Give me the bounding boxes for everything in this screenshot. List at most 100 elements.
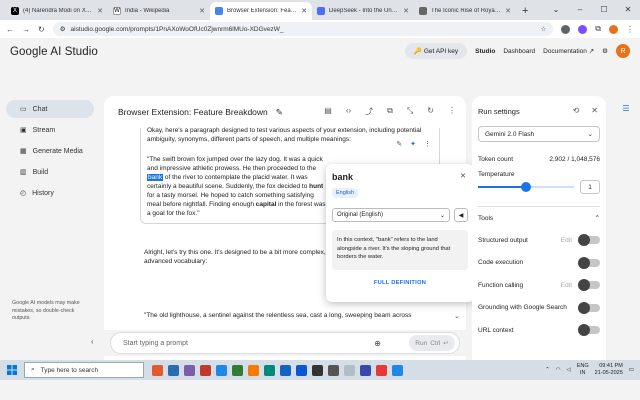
tool-toggle[interactable]: [578, 234, 600, 247]
tool-toggle[interactable]: [578, 324, 600, 337]
branch-icon[interactable]: ⤡: [407, 106, 413, 117]
forward-button[interactable]: →: [22, 25, 30, 34]
nav-studio[interactable]: Studio: [475, 48, 495, 55]
reload-button[interactable]: ↻: [38, 25, 45, 34]
close-tab-icon[interactable]: ✕: [301, 7, 307, 15]
browser-tab[interactable]: Browser Extension: Feature B ✕: [210, 2, 312, 20]
sidebar-item-build[interactable]: ▥ Build: [6, 163, 94, 181]
url-field[interactable]: ⚙ aistudio.google.com/prompts/1PnAXoWoOf…: [52, 22, 554, 36]
share-icon[interactable]: ⤴: [365, 106, 373, 117]
tab-search-icon[interactable]: ⌄: [544, 0, 568, 20]
tray-overflow-icon[interactable]: ⌃: [545, 367, 550, 373]
extensions-puzzle-icon[interactable]: ⧉: [595, 24, 601, 34]
scroll-down-icon[interactable]: ⌄: [454, 312, 460, 320]
sidebar-item-history[interactable]: ◴ History: [6, 184, 94, 202]
browser-tab[interactable]: X (4) Narendra Modi on X: "Dr ✕: [6, 2, 108, 20]
browser-tab[interactable]: DeepSeek - Into the Unknow ✕: [312, 2, 414, 20]
notifications-icon[interactable]: ▭: [629, 367, 634, 373]
tune-icon[interactable]: ☰: [622, 104, 629, 113]
windows-start-button[interactable]: [0, 365, 24, 375]
get-api-key-button[interactable]: 🔑 Get API key: [404, 43, 468, 59]
browser-tab[interactable]: W India - Wikipedia ✕: [108, 2, 210, 20]
prompt-input[interactable]: Start typing a prompt ⊕ Run Ctrl ↵: [110, 332, 460, 354]
collapse-sidebar-icon[interactable]: ‹: [91, 337, 94, 346]
nav-dashboard[interactable]: Dashboard: [503, 48, 535, 55]
edit-response-icon[interactable]: ✎: [396, 140, 402, 149]
sidebar-item-generate-media[interactable]: ▦ Generate Media: [6, 142, 94, 160]
browser-menu-icon[interactable]: ⋮: [626, 25, 634, 34]
minimize-button[interactable]: –: [568, 0, 592, 20]
sparkle-icon[interactable]: ✦: [410, 140, 416, 149]
new-tab-button[interactable]: +: [522, 5, 528, 17]
selected-word[interactable]: bank: [147, 174, 164, 181]
taskbar-app-icon[interactable]: [232, 364, 243, 376]
close-settings-icon[interactable]: ✕: [591, 106, 598, 115]
user-avatar[interactable]: R: [616, 44, 630, 58]
back-button[interactable]: ←: [6, 25, 14, 34]
extension-icon[interactable]: [561, 24, 571, 34]
token-count-value: 2,902 / 1,048,576: [549, 156, 600, 163]
tools-header[interactable]: Tools ⌃: [478, 207, 600, 229]
more-options-icon[interactable]: ⋮: [448, 106, 456, 117]
close-tab-icon[interactable]: ✕: [403, 7, 409, 15]
taskbar-app-icon[interactable]: [248, 364, 259, 376]
run-button[interactable]: Run Ctrl ↵: [409, 335, 455, 351]
taskbar-app-icon[interactable]: [344, 364, 355, 376]
response-menu-icon[interactable]: ⋮: [424, 140, 431, 149]
compare-icon[interactable]: ⧉: [387, 106, 393, 117]
taskbar-app-icon[interactable]: [376, 364, 387, 376]
taskbar-app-icon[interactable]: [168, 364, 179, 376]
edit-title-icon[interactable]: ✎: [276, 107, 283, 118]
temperature-slider[interactable]: [478, 182, 574, 192]
add-attachment-icon[interactable]: ⊕: [374, 339, 381, 348]
app-brand[interactable]: Google AI Studio: [10, 46, 98, 58]
sidebar-item-stream[interactable]: ▣ Stream: [6, 121, 94, 139]
pronounce-icon[interactable]: ◀: [454, 208, 468, 222]
browser-tab[interactable]: The Iconic Rise of Royal Enfi ✕: [414, 2, 516, 20]
language-indicator[interactable]: ENG IN: [577, 363, 589, 377]
language-select[interactable]: Original (English) ⌄: [332, 208, 450, 222]
taskbar-app-icon[interactable]: [200, 364, 211, 376]
tool-toggle[interactable]: [578, 256, 600, 269]
maximize-button[interactable]: ☐: [592, 0, 616, 20]
site-info-icon[interactable]: ⚙: [60, 25, 66, 33]
close-popup-button[interactable]: ✕: [460, 172, 466, 180]
code-icon[interactable]: ‹›: [346, 106, 351, 117]
volume-icon[interactable]: ◁: [567, 367, 571, 373]
taskbar-app-icon[interactable]: [392, 364, 403, 376]
profile-avatar[interactable]: [609, 24, 618, 34]
taskbar-app-icon[interactable]: [216, 364, 227, 376]
taskbar-app-icon[interactable]: [280, 364, 291, 376]
reset-icon[interactable]: ↻: [427, 106, 434, 117]
taskbar-app-icon[interactable]: [184, 364, 195, 376]
bookmark-star-icon[interactable]: ☆: [540, 25, 546, 33]
tool-edit-link[interactable]: Edit: [561, 237, 572, 244]
taskbar-app-icon[interactable]: [152, 364, 163, 376]
tool-toggle[interactable]: [578, 279, 600, 292]
slider-thumb[interactable]: [521, 182, 531, 192]
wifi-icon[interactable]: ◠: [556, 367, 561, 373]
nav-documentation[interactable]: Documentation ↗: [543, 47, 594, 55]
sidebar-item-chat[interactable]: ▭ Chat: [6, 100, 94, 118]
taskbar-app-icon[interactable]: [328, 364, 339, 376]
full-definition-link[interactable]: FULL DEFINITION: [332, 280, 468, 286]
tool-edit-link[interactable]: Edit: [561, 282, 572, 289]
taskbar-app-icon[interactable]: [312, 364, 323, 376]
temperature-input[interactable]: 1: [580, 180, 600, 194]
tool-toggle[interactable]: [578, 301, 600, 314]
save-icon[interactable]: ▤: [324, 106, 332, 117]
taskbar-app-icon[interactable]: [296, 364, 307, 376]
taskbar-app-icon[interactable]: [360, 364, 371, 376]
taskbar-search[interactable]: ⌕ Type here to search: [24, 362, 144, 378]
clock[interactable]: 09:41 PM 21-05-2025: [595, 363, 623, 377]
close-tab-icon[interactable]: ✕: [97, 7, 103, 15]
taskbar-app-icon[interactable]: [264, 364, 275, 376]
model-select[interactable]: Gemini 2.0 Flash ⌄: [478, 126, 600, 142]
feedback-icon[interactable]: ⟲: [573, 106, 580, 115]
extension-icon[interactable]: [578, 24, 588, 34]
close-tab-icon[interactable]: ✕: [505, 7, 511, 15]
close-tab-icon[interactable]: ✕: [199, 7, 205, 15]
settings-gear-icon[interactable]: ⚙: [602, 47, 608, 55]
close-window-button[interactable]: ✕: [616, 0, 640, 20]
chat-title[interactable]: Browser Extension: Feature Breakdown: [118, 107, 268, 117]
